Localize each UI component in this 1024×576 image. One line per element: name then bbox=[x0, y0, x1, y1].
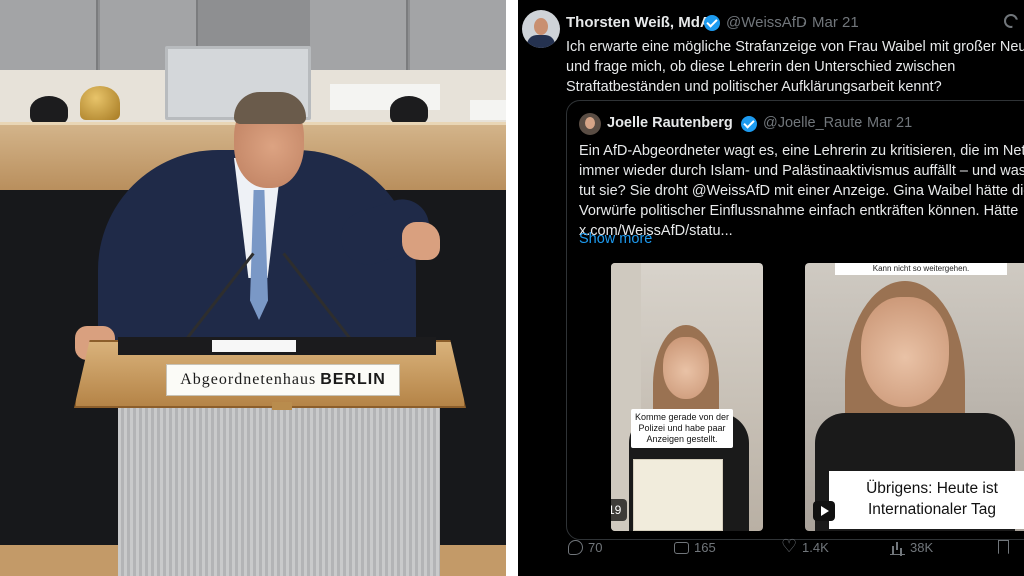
caption-line: Polizei und habe paar bbox=[638, 423, 726, 433]
video-caption: Übrigens: Heute ist Internationaler Tag bbox=[829, 471, 1024, 529]
like-count: 1.4K bbox=[802, 540, 829, 555]
tweet-text-line: und frage mich, ob diese Lehrerin den Un… bbox=[566, 59, 956, 75]
quote-date[interactable]: Mar 21 bbox=[867, 115, 912, 131]
author-avatar[interactable] bbox=[522, 10, 560, 48]
video-top-caption: Kann nicht so weitergehen. bbox=[835, 263, 1007, 275]
speaker-photo: Abgeordnetenhaus BERLIN bbox=[0, 0, 506, 576]
reply-button[interactable]: 70 bbox=[568, 540, 602, 555]
desk-lamp bbox=[30, 96, 68, 124]
reply-count: 70 bbox=[588, 540, 603, 555]
quote-text: Ein AfD-Abgeordneter wagt es, eine Lehre… bbox=[579, 141, 1024, 241]
wall-panel bbox=[310, 0, 408, 72]
video-thumbnail[interactable]: Kann nicht so weitergehen. Übrigens: Heu… bbox=[805, 263, 1024, 531]
bookmark-icon bbox=[998, 540, 1009, 554]
tweet-card[interactable]: Thorsten Weiß, MdA @WeissAfD · Mar 21 Ic… bbox=[518, 0, 1024, 576]
reply-icon bbox=[568, 540, 583, 555]
avatar-face bbox=[534, 18, 548, 35]
grok-icon[interactable] bbox=[1004, 14, 1018, 28]
tweet-text-line: Straftatbeständen und politischer Aufklä… bbox=[566, 79, 942, 95]
speech-notes bbox=[212, 340, 296, 352]
nameplate-city: BERLIN bbox=[320, 371, 386, 388]
quote-text-line: Ein AfD-Abgeordneter wagt es, eine Lehre… bbox=[579, 143, 1024, 159]
wall-panel bbox=[0, 0, 98, 72]
repost-icon bbox=[674, 540, 689, 555]
desk-papers bbox=[470, 100, 506, 120]
podium-base bbox=[118, 404, 440, 576]
repost-button[interactable]: 165 bbox=[674, 540, 716, 555]
repost-count: 165 bbox=[694, 540, 716, 555]
speaker-hair bbox=[234, 92, 306, 124]
caption-line: Übrigens: Heute ist bbox=[866, 480, 998, 497]
presidential-bell-icon bbox=[80, 86, 120, 120]
like-button[interactable]: 1.4K bbox=[781, 536, 829, 557]
caption-line: Anzeigen gestellt. bbox=[646, 434, 718, 444]
held-paper bbox=[633, 459, 723, 531]
podium-emblem bbox=[272, 402, 292, 410]
handle-separator: · bbox=[802, 14, 807, 31]
video-duration: 0:19 bbox=[611, 503, 622, 517]
verified-badge-icon bbox=[704, 15, 720, 31]
desk-lamp bbox=[390, 96, 428, 124]
quote-text-line: Vorwürfe politischer Einflussnahme einfa… bbox=[579, 203, 1019, 219]
bookmark-button[interactable] bbox=[998, 540, 1009, 554]
avatar-suit bbox=[527, 35, 555, 48]
wall-panel bbox=[410, 0, 506, 72]
speaker-hand bbox=[402, 222, 440, 260]
tweet-text: Ich erwarte eine mögliche Strafanzeige v… bbox=[566, 37, 1024, 97]
quote-author-name[interactable]: Joelle Rautenberg bbox=[607, 115, 733, 131]
tweet-action-bar: 70 165 1.4K 38K bbox=[566, 536, 1022, 562]
nameplate-text: Abgeordnetenhaus bbox=[180, 371, 317, 388]
video-thumbnail[interactable]: Komme gerade von der Polizei und habe pa… bbox=[611, 263, 763, 531]
quote-text-line: immer wieder durch Islam- und Palästinaa… bbox=[579, 163, 1024, 179]
heart-icon bbox=[781, 536, 797, 557]
podium-nameplate: Abgeordnetenhaus BERLIN bbox=[166, 364, 400, 396]
caption-line: Komme gerade von der bbox=[635, 412, 730, 422]
quote-author-avatar[interactable] bbox=[579, 113, 601, 135]
person-face bbox=[861, 297, 949, 407]
tweet-text-line: Ich erwarte eine mögliche Strafanzeige v… bbox=[566, 39, 1024, 55]
image-divider bbox=[506, 0, 518, 576]
handle-separator: · bbox=[857, 115, 862, 131]
video-duration-badge[interactable]: 0:19 bbox=[611, 499, 628, 521]
quoted-tweet[interactable]: Joelle Rautenberg @Joelle_Raute · Mar 21… bbox=[566, 100, 1024, 540]
quote-author-handle[interactable]: @Joelle_Raute bbox=[763, 115, 862, 131]
views-button[interactable]: 38K bbox=[890, 540, 933, 555]
caption-line: Internationaler Tag bbox=[867, 501, 997, 518]
quote-text-line: tut sie? Sie droht @WeissAfD mit einer A… bbox=[579, 183, 1024, 199]
views-chart-icon bbox=[890, 540, 905, 555]
tweet-date[interactable]: Mar 21 bbox=[812, 14, 859, 31]
view-count: 38K bbox=[910, 540, 934, 555]
video-caption: Komme gerade von der Polizei und habe pa… bbox=[631, 409, 734, 448]
person-face bbox=[663, 337, 709, 399]
verified-badge-icon bbox=[741, 116, 757, 132]
show-more-link[interactable]: Show more bbox=[579, 231, 652, 247]
author-handle[interactable]: @WeissAfD bbox=[726, 14, 807, 31]
author-name[interactable]: Thorsten Weiß, MdA bbox=[566, 14, 711, 31]
play-video-icon[interactable] bbox=[813, 501, 835, 521]
